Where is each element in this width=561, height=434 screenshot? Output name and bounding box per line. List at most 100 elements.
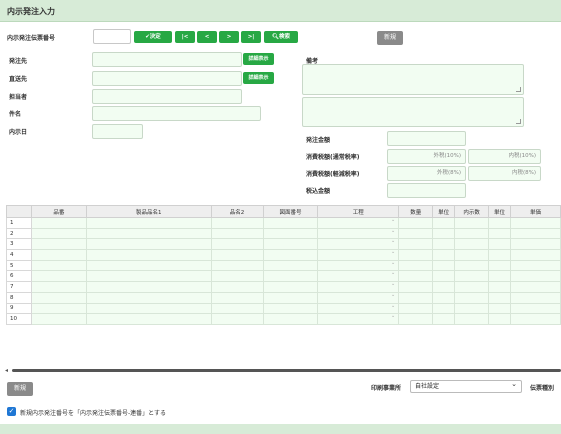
table-cell[interactable] [398,227,434,240]
table-cell[interactable] [398,249,434,261]
table-cell[interactable] [30,313,87,325]
table-cell[interactable] [488,217,512,229]
table-cell[interactable] [432,259,456,272]
table-cell[interactable] [210,313,264,325]
table-cell[interactable] [510,302,561,315]
table-cell[interactable] [210,281,264,293]
table-cell[interactable] [488,249,512,261]
table-cell[interactable] [85,291,212,304]
table-cell[interactable] [510,249,561,261]
table-cell[interactable] [488,259,512,272]
subject-input[interactable] [92,106,261,121]
table-cell[interactable] [210,302,264,315]
table-cell[interactable] [317,249,400,261]
table-cell[interactable] [210,249,264,261]
first-record-button[interactable]: |< [175,31,195,43]
table-cell[interactable] [317,291,400,304]
table-cell[interactable] [398,270,434,283]
table-cell[interactable] [488,313,512,325]
table-cell[interactable] [432,270,456,283]
table-cell[interactable] [432,227,456,240]
search-button[interactable]: 🔍︎検索 [264,31,298,43]
table-cell[interactable] [454,238,490,251]
horizontal-scrollbar[interactable] [12,369,561,372]
table-cell[interactable] [317,313,400,325]
table-cell[interactable] [432,238,456,251]
table-cell[interactable] [85,270,212,283]
table-cell[interactable] [262,249,319,261]
table-cell[interactable] [317,227,400,240]
table-cell[interactable] [398,281,434,293]
table-cell[interactable] [30,249,87,261]
table-cell[interactable] [432,281,456,293]
table-cell[interactable] [85,249,212,261]
new-number-checkbox[interactable]: ✓ [7,407,16,416]
table-cell[interactable] [85,217,212,229]
table-cell[interactable] [210,227,264,240]
next-record-button[interactable]: > [219,31,239,43]
table-cell[interactable] [454,259,490,272]
table-cell[interactable] [210,291,264,304]
table-cell[interactable] [454,313,490,325]
table-cell[interactable] [262,238,319,251]
table-cell[interactable] [510,270,561,283]
table-cell[interactable] [210,259,264,272]
table-cell[interactable] [317,302,400,315]
order-to-detail-button[interactable]: 詳細表示 [243,53,274,65]
table-cell[interactable] [510,259,561,272]
table-cell[interactable] [454,227,490,240]
print-office-select[interactable]: 自社設定 [410,379,522,393]
table-cell[interactable] [454,217,490,229]
table-cell[interactable] [454,249,490,261]
table-cell[interactable] [398,259,434,272]
remarks-textarea-2[interactable] [302,97,524,127]
table-cell[interactable] [30,270,87,283]
table-cell[interactable] [317,270,400,283]
table-cell[interactable] [317,259,400,272]
table-cell[interactable] [30,281,87,293]
deliver-to-input[interactable] [92,71,242,86]
table-cell[interactable] [210,270,264,283]
table-cell[interactable] [262,313,319,325]
table-cell[interactable] [432,291,456,304]
table-cell[interactable] [30,302,87,315]
table-cell[interactable] [510,291,561,304]
table-cell[interactable] [262,291,319,304]
table-cell[interactable] [317,238,400,251]
table-cell[interactable] [30,217,87,229]
table-cell[interactable] [432,302,456,315]
table-cell[interactable] [454,281,490,293]
table-cell[interactable] [398,217,434,229]
table-cell[interactable] [30,291,87,304]
table-cell[interactable] [454,302,490,315]
table-cell[interactable] [454,270,490,283]
table-cell[interactable] [85,227,212,240]
date-input[interactable] [92,124,143,139]
table-cell[interactable] [317,217,400,229]
table-cell[interactable] [85,259,212,272]
table-cell[interactable] [85,281,212,293]
new-button-top[interactable]: 新規 [377,31,403,45]
person-input[interactable] [92,89,242,104]
table-cell[interactable] [85,238,212,251]
table-cell[interactable] [398,302,434,315]
table-cell[interactable] [85,302,212,315]
table-cell[interactable] [510,217,561,229]
confirm-button[interactable]: ✔決定 [134,31,172,43]
table-cell[interactable] [432,313,456,325]
table-cell[interactable] [210,238,264,251]
table-cell[interactable] [432,217,456,229]
table-cell[interactable] [30,259,87,272]
table-cell[interactable] [262,259,319,272]
table-cell[interactable] [510,313,561,325]
table-cell[interactable] [488,270,512,283]
table-cell[interactable] [488,227,512,240]
table-cell[interactable] [85,313,212,325]
table-cell[interactable] [30,227,87,240]
slip-number-input[interactable] [93,29,131,44]
table-cell[interactable] [262,302,319,315]
table-cell[interactable] [488,238,512,251]
order-to-input[interactable] [92,52,242,67]
resize-handle-icon[interactable] [516,87,521,92]
table-cell[interactable] [510,281,561,293]
